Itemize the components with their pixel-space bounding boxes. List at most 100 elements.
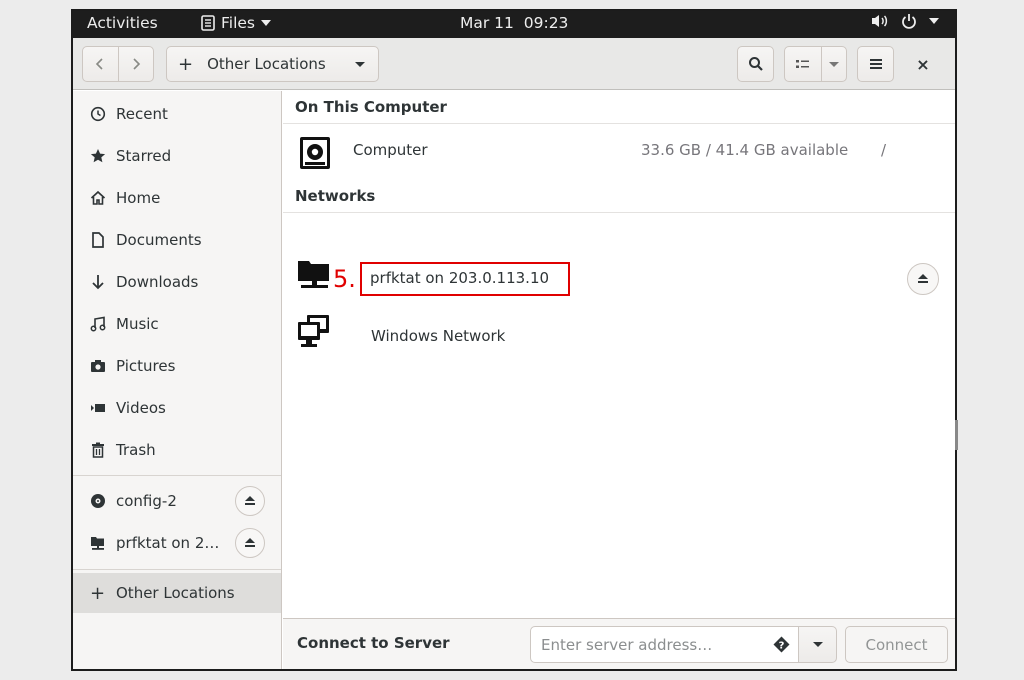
sidebar-item-label: Music [116, 315, 159, 333]
main-menu-button[interactable] [857, 46, 894, 82]
location-size: 33.6 GB / 41.4 GB available [641, 141, 849, 159]
eject-icon [245, 538, 255, 547]
camera-icon [89, 358, 106, 375]
connect-to-server-label: Connect to Server [297, 634, 450, 652]
sidebar-item-label: Documents [116, 231, 202, 249]
video-icon [89, 400, 106, 417]
network-folder-icon [298, 261, 329, 288]
sidebar-item-recent[interactable]: Recent [73, 94, 281, 134]
list-view-button[interactable] [785, 47, 821, 81]
sidebar-item-network-share[interactable]: prfktat on 2… [73, 523, 281, 563]
location-name: Computer [353, 141, 428, 159]
sidebar-item-starred[interactable]: Starred [73, 136, 281, 176]
window-edge-mark [955, 420, 958, 450]
section-divider [283, 123, 955, 124]
sidebar-item-documents[interactable]: Documents [73, 220, 281, 260]
annotation-number: 5. [333, 265, 356, 293]
sidebar-divider [73, 475, 281, 476]
sidebar-item-pictures[interactable]: Pictures [73, 346, 281, 386]
sidebar-item-label: Pictures [116, 357, 176, 375]
chevron-right-icon [133, 58, 141, 70]
location-path: / [881, 141, 887, 159]
sidebar-item-videos[interactable]: Videos [73, 388, 281, 428]
volume-icon [872, 15, 888, 27]
server-address-placeholder: Enter server address… [541, 635, 713, 654]
chevron-down-icon [355, 61, 365, 67]
chevron-down-icon [261, 20, 272, 26]
connect-button[interactable]: Connect [845, 626, 948, 663]
navigation-buttons [82, 46, 154, 82]
sidebar-divider [73, 569, 281, 570]
sidebar-item-label: Home [116, 189, 161, 207]
sidebar-item-label: prfktat on 2… [116, 534, 220, 552]
trash-icon [89, 442, 106, 459]
help-diamond-icon[interactable]: ? [773, 636, 790, 653]
location-path-button[interactable]: + Other Locations [166, 46, 379, 82]
sidebar-item-label: config-2 [116, 492, 177, 510]
list-view-icon [796, 60, 809, 68]
close-window-button[interactable]: × [911, 52, 935, 76]
harddisk-icon [300, 137, 330, 169]
sidebar-item-home[interactable]: Home [73, 178, 281, 218]
search-icon [748, 57, 763, 71]
view-options-button[interactable] [821, 47, 846, 81]
sidebar-item-music[interactable]: Music [73, 304, 281, 344]
eject-icon [245, 496, 255, 505]
network-folder-icon [89, 535, 106, 552]
document-icon [89, 232, 106, 249]
unmount-button[interactable] [907, 263, 939, 295]
back-button[interactable] [83, 47, 118, 81]
sidebar-item-downloads[interactable]: Downloads [73, 262, 281, 302]
svg-text:?: ? [779, 641, 785, 652]
disc-icon [89, 493, 106, 510]
sidebar-item-config-2[interactable]: config-2 [73, 481, 281, 521]
location-row-network-share[interactable]: 5. prfktat on 203.0.113.10 [283, 257, 955, 303]
chevron-down-icon [812, 642, 823, 647]
section-heading-networks: Networks [295, 187, 376, 205]
server-address-input[interactable]: Enter server address… ? [530, 626, 799, 663]
connect-to-server-bar: Connect to Server Enter server address… … [283, 618, 955, 669]
music-icon [89, 316, 106, 333]
eject-button[interactable] [235, 528, 265, 558]
search-button[interactable] [737, 46, 774, 82]
activities-button[interactable]: Activities [87, 14, 158, 32]
location-row-windows-network[interactable]: Windows Network [283, 313, 955, 359]
location-name: Windows Network [371, 327, 506, 345]
files-app-icon [201, 15, 215, 31]
section-heading-on-this-computer: On This Computer [295, 98, 447, 116]
plus-icon: + [178, 53, 194, 75]
eject-icon [918, 274, 928, 283]
hamburger-menu-icon [869, 59, 882, 69]
section-divider [283, 212, 955, 213]
app-menu-button[interactable]: Files [201, 14, 272, 32]
path-label: Other Locations [207, 55, 326, 73]
top-bar: Activities Files Mar 11 09:23 [73, 11, 955, 38]
windows-network-icon [298, 315, 329, 347]
recent-servers-dropdown[interactable] [798, 626, 837, 663]
sidebar-item-other-locations[interactable]: + Other Locations [73, 573, 281, 613]
sidebar-item-label: Trash [116, 441, 156, 459]
chevron-down-icon [829, 61, 839, 67]
eject-button[interactable] [235, 486, 265, 516]
forward-button[interactable] [117, 47, 153, 81]
system-tray[interactable] [871, 13, 939, 29]
sidebar-item-label: Other Locations [116, 584, 235, 602]
app-menu-label: Files [221, 14, 256, 32]
location-row-computer[interactable]: Computer 33.6 GB / 41.4 GB available / [283, 127, 955, 173]
sidebar-item-label: Starred [116, 147, 172, 165]
view-toggle-group [784, 46, 847, 82]
home-icon [89, 190, 106, 207]
clock[interactable]: Mar 11 09:23 [460, 14, 568, 32]
plus-icon: + [89, 582, 106, 604]
sidebar-item-trash[interactable]: Trash [73, 430, 281, 470]
chevron-left-icon [96, 58, 104, 70]
chevron-down-icon [929, 18, 939, 24]
close-icon: × [916, 54, 930, 74]
other-locations-view: On This Computer Computer 33.6 GB / 41.4… [283, 91, 955, 618]
location-name: prfktat on 203.0.113.10 [370, 269, 550, 287]
files-window: + Other Locations × Recent Starred Home … [73, 38, 955, 669]
sidebar-item-label: Videos [116, 399, 166, 417]
sidebar-item-label: Recent [116, 105, 168, 123]
sidebar: Recent Starred Home Documents Downloads … [73, 91, 282, 669]
sidebar-item-label: Downloads [116, 273, 199, 291]
